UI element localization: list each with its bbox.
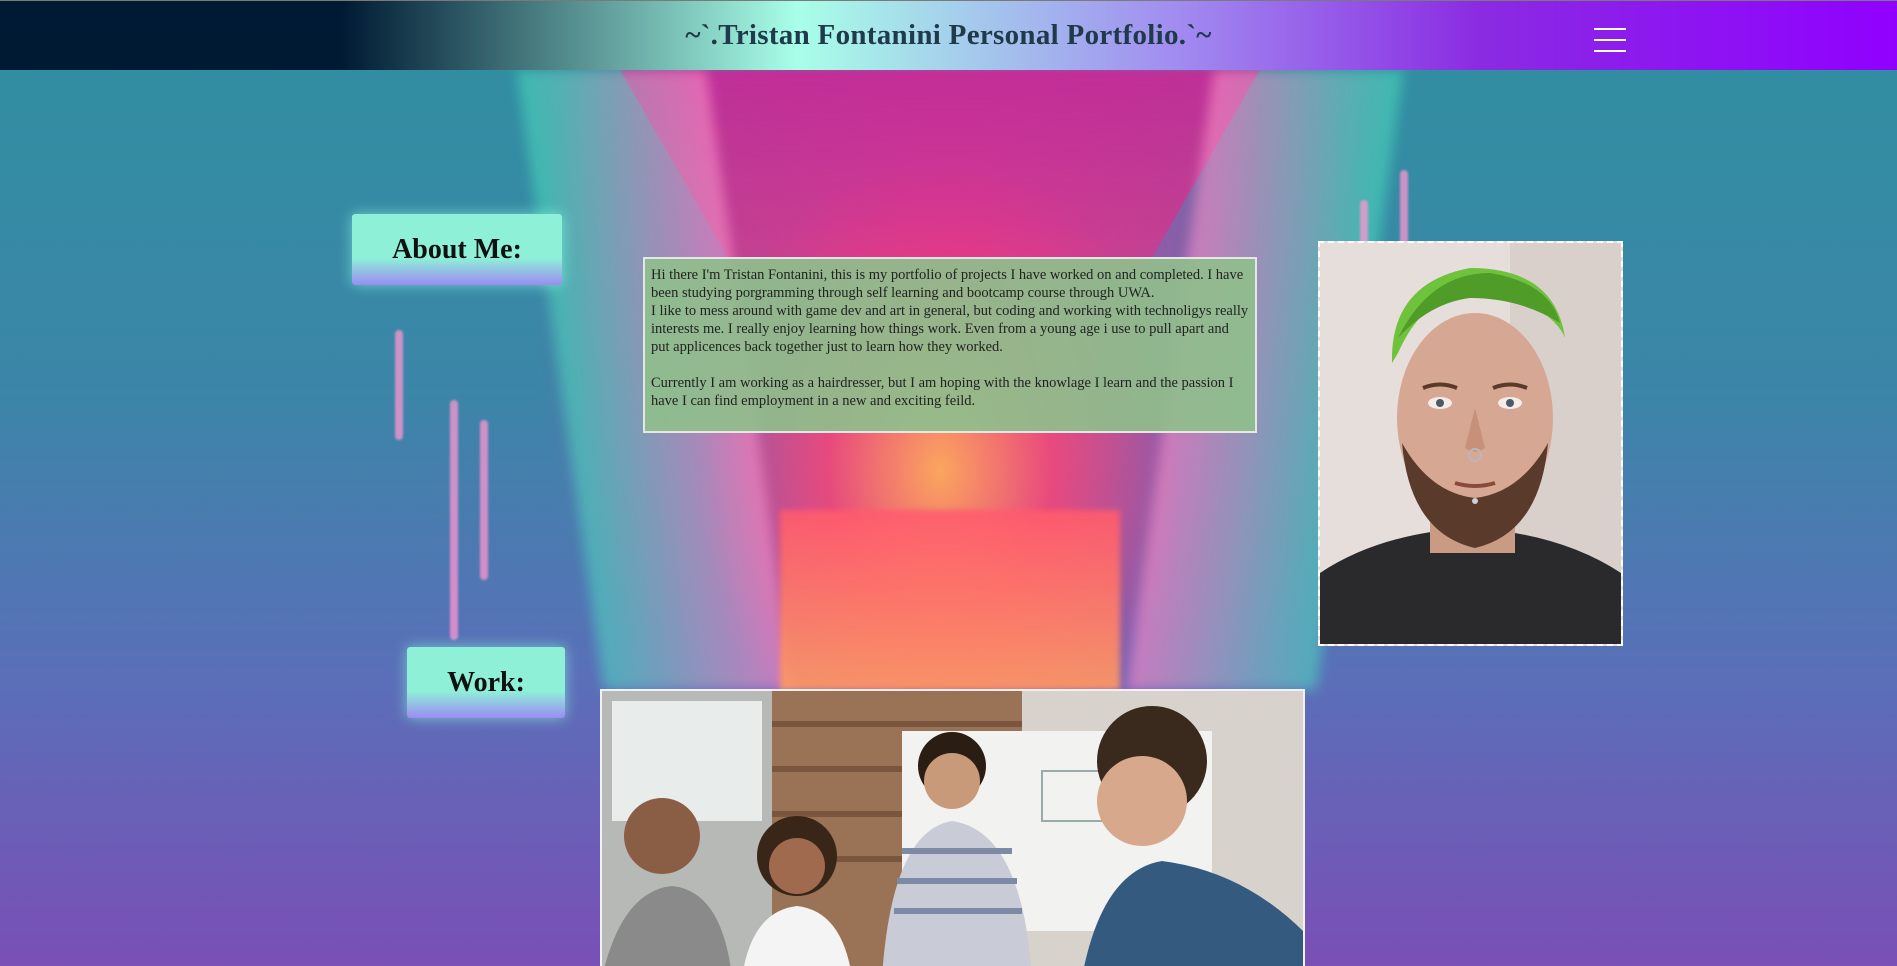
background-corridor-end	[780, 510, 1120, 690]
background-streak	[450, 400, 458, 640]
profile-photo-image	[1320, 243, 1621, 644]
work-team-photo-image	[602, 691, 1303, 966]
background-streak	[395, 330, 403, 440]
hamburger-menu-icon[interactable]	[1594, 28, 1626, 52]
about-me-text-box: Hi there I'm Tristan Fontanini, this is …	[643, 257, 1257, 433]
about-paragraph: I like to mess around with game dev and …	[651, 303, 1249, 355]
work-team-photo	[600, 689, 1305, 966]
about-paragraph: Hi there I'm Tristan Fontanini, this is …	[651, 267, 1244, 301]
profile-photo	[1318, 241, 1623, 646]
about-me-heading: About Me:	[352, 214, 562, 285]
navbar: ~`.Tristan Fontanini Personal Portfolio.…	[0, 0, 1897, 70]
work-heading: Work:	[407, 647, 565, 718]
about-paragraph: Currently I am working as a hairdresser,…	[651, 375, 1234, 409]
background-streak	[480, 420, 488, 580]
